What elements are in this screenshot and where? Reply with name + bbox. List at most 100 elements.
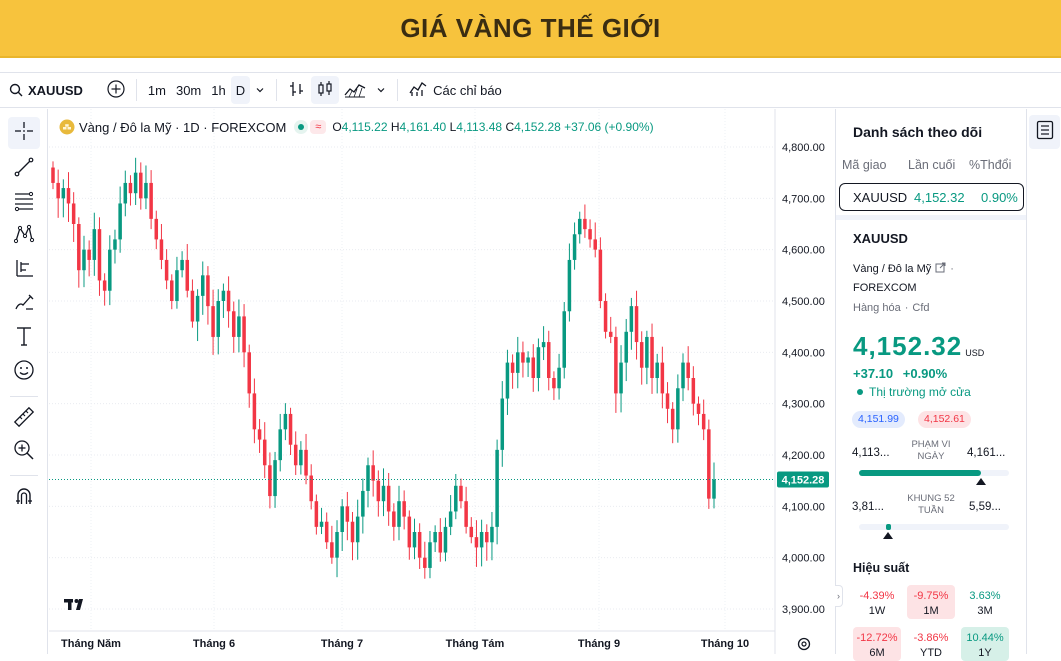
watchlist-toggle[interactable] bbox=[1029, 115, 1060, 149]
watchlist-icon bbox=[1036, 120, 1054, 145]
candle-body bbox=[552, 378, 556, 389]
candle-body bbox=[567, 259, 572, 312]
details-change-pct: +0.90% bbox=[902, 366, 948, 381]
candle-body bbox=[521, 352, 525, 363]
y-tick-label: 4,000.00 bbox=[782, 553, 825, 565]
performance-cell-3m[interactable]: 3.63% 3M bbox=[961, 585, 1009, 619]
right-sidebar bbox=[1026, 109, 1061, 654]
candle-body bbox=[226, 290, 231, 312]
candle-body bbox=[366, 465, 370, 491]
measure-tool[interactable] bbox=[8, 403, 40, 435]
candle-body bbox=[412, 532, 417, 548]
bar-style-button[interactable] bbox=[283, 76, 311, 104]
details-category: Hàng hóa bbox=[853, 302, 901, 314]
indicators-button[interactable]: Các chỉ báo bbox=[404, 76, 507, 104]
candle-body bbox=[268, 465, 272, 497]
text-tool[interactable] bbox=[8, 322, 40, 354]
details-type: Cfd bbox=[912, 302, 930, 314]
candle-body bbox=[676, 388, 680, 430]
candle-body bbox=[655, 362, 659, 378]
legend-high: 4,161.40 bbox=[399, 120, 447, 134]
candle-body bbox=[407, 516, 412, 548]
performance-cell-1w[interactable]: -4.39% 1W bbox=[853, 585, 901, 619]
watchlist-col-change[interactable]: %Thđổi bbox=[969, 158, 1011, 172]
zoom-in-tool[interactable] bbox=[8, 436, 40, 468]
candle-body bbox=[516, 352, 520, 373]
candle-body bbox=[216, 301, 221, 337]
candle-body bbox=[696, 403, 701, 414]
candle-body bbox=[479, 532, 484, 548]
interval-dropdown[interactable] bbox=[250, 76, 270, 104]
candle-body bbox=[335, 532, 339, 558]
candlestick-chart[interactable]: 4,800.00 4,700.00 4,600.00 4,500.00 4,400.00… bbox=[49, 109, 834, 654]
candle-body bbox=[118, 203, 122, 240]
legend-close: 4,152.28 bbox=[514, 120, 561, 134]
candle-body bbox=[608, 331, 613, 337]
page-banner: GIÁ VÀNG THẾ GIỚI bbox=[0, 0, 1061, 58]
area-style-button[interactable] bbox=[339, 76, 371, 104]
emoji-tool[interactable] bbox=[8, 356, 40, 388]
x-tick-label: Tháng 9 bbox=[578, 638, 620, 650]
details-exchange[interactable]: FOREXCOM bbox=[853, 282, 917, 294]
interval-30m[interactable]: 30m bbox=[171, 76, 206, 104]
settings-gear-icon[interactable] bbox=[797, 637, 811, 651]
legend-symbol-name[interactable]: Vàng / Đô la Mỹ · 1D · FOREXCOM bbox=[79, 120, 286, 135]
chart-style-dropdown[interactable] bbox=[371, 76, 391, 104]
candle-body bbox=[195, 295, 200, 322]
candle-body bbox=[598, 249, 603, 301]
watchlist-row-change: 0.90% bbox=[981, 190, 1018, 205]
tradingview-logo[interactable] bbox=[63, 594, 91, 614]
performance-cell-1y[interactable]: 10.44% 1Y bbox=[961, 627, 1009, 661]
details-change: +37.10 bbox=[853, 366, 894, 381]
day-range-high: 4,161... bbox=[967, 447, 1006, 459]
watchlist-col-symbol[interactable]: Mã giao bbox=[842, 158, 886, 172]
candles-style-button[interactable] bbox=[311, 76, 340, 104]
candle-body bbox=[402, 501, 406, 517]
chart-legend: Vàng / Đô la Mỹ · 1D · FOREXCOM ≈ O4,115… bbox=[59, 119, 654, 135]
candle-body bbox=[237, 316, 241, 337]
candle-body bbox=[639, 342, 644, 368]
interval-1m[interactable]: 1m bbox=[143, 76, 171, 104]
candles-icon bbox=[316, 80, 334, 101]
external-link-icon[interactable] bbox=[935, 262, 946, 276]
pattern-icon bbox=[12, 222, 36, 251]
performance-value: -3.86% bbox=[913, 632, 949, 644]
forecast-tool[interactable] bbox=[8, 254, 40, 286]
trend-line-tool[interactable] bbox=[8, 153, 40, 185]
w52-range-label-2: TUẦN bbox=[918, 505, 944, 516]
candle-body bbox=[583, 218, 587, 230]
bid-badge: 4,151.99 bbox=[852, 411, 905, 428]
candle-body bbox=[386, 485, 391, 512]
ruler-icon bbox=[12, 405, 36, 434]
brush-tool[interactable] bbox=[8, 288, 40, 320]
performance-cell-1m[interactable]: -9.75% 1M bbox=[907, 585, 955, 619]
indicators-label: Các chỉ báo bbox=[433, 82, 502, 98]
crosshair-icon bbox=[12, 119, 36, 148]
interval-1h[interactable]: 1h bbox=[206, 76, 230, 104]
pattern-tool[interactable] bbox=[8, 220, 40, 252]
candle-body bbox=[211, 306, 215, 337]
crosshair-tool[interactable] bbox=[8, 117, 40, 149]
details-name[interactable]: Vàng / Đô la Mỹ bbox=[853, 263, 931, 275]
watchlist-row[interactable]: XAUUSD 4,152.32 0.90% bbox=[839, 183, 1024, 211]
symbol-search[interactable]: XAUUSD bbox=[4, 76, 88, 104]
performance-cell-ytd[interactable]: -3.86% YTD bbox=[907, 627, 955, 661]
chart-toolbar: XAUUSD 1m 30m 1h D Các chỉ báo bbox=[0, 72, 1061, 108]
chart-pane[interactable]: 4,800.00 4,700.00 4,600.00 4,500.00 4,400.00… bbox=[49, 109, 834, 654]
compare-button[interactable] bbox=[102, 76, 130, 104]
performance-cell-6m[interactable]: -12.72% 6M bbox=[853, 627, 901, 661]
y-tick-label: 4,400.00 bbox=[782, 347, 825, 359]
watchlist-col-last[interactable]: Lần cuối bbox=[908, 158, 955, 172]
magnet-tool[interactable] bbox=[8, 482, 40, 514]
candle-body bbox=[593, 239, 597, 250]
candle-body bbox=[474, 537, 479, 548]
candle-body bbox=[319, 521, 324, 527]
x-tick-label: Tháng Năm bbox=[61, 638, 121, 650]
fib-tool[interactable] bbox=[8, 186, 40, 218]
candle-body bbox=[123, 182, 128, 204]
collapse-panel-handle[interactable]: › bbox=[835, 585, 843, 607]
candle-body bbox=[262, 439, 267, 466]
interval-1d[interactable]: D bbox=[230, 76, 251, 104]
candle-body bbox=[423, 557, 427, 568]
candle-body bbox=[149, 182, 153, 219]
